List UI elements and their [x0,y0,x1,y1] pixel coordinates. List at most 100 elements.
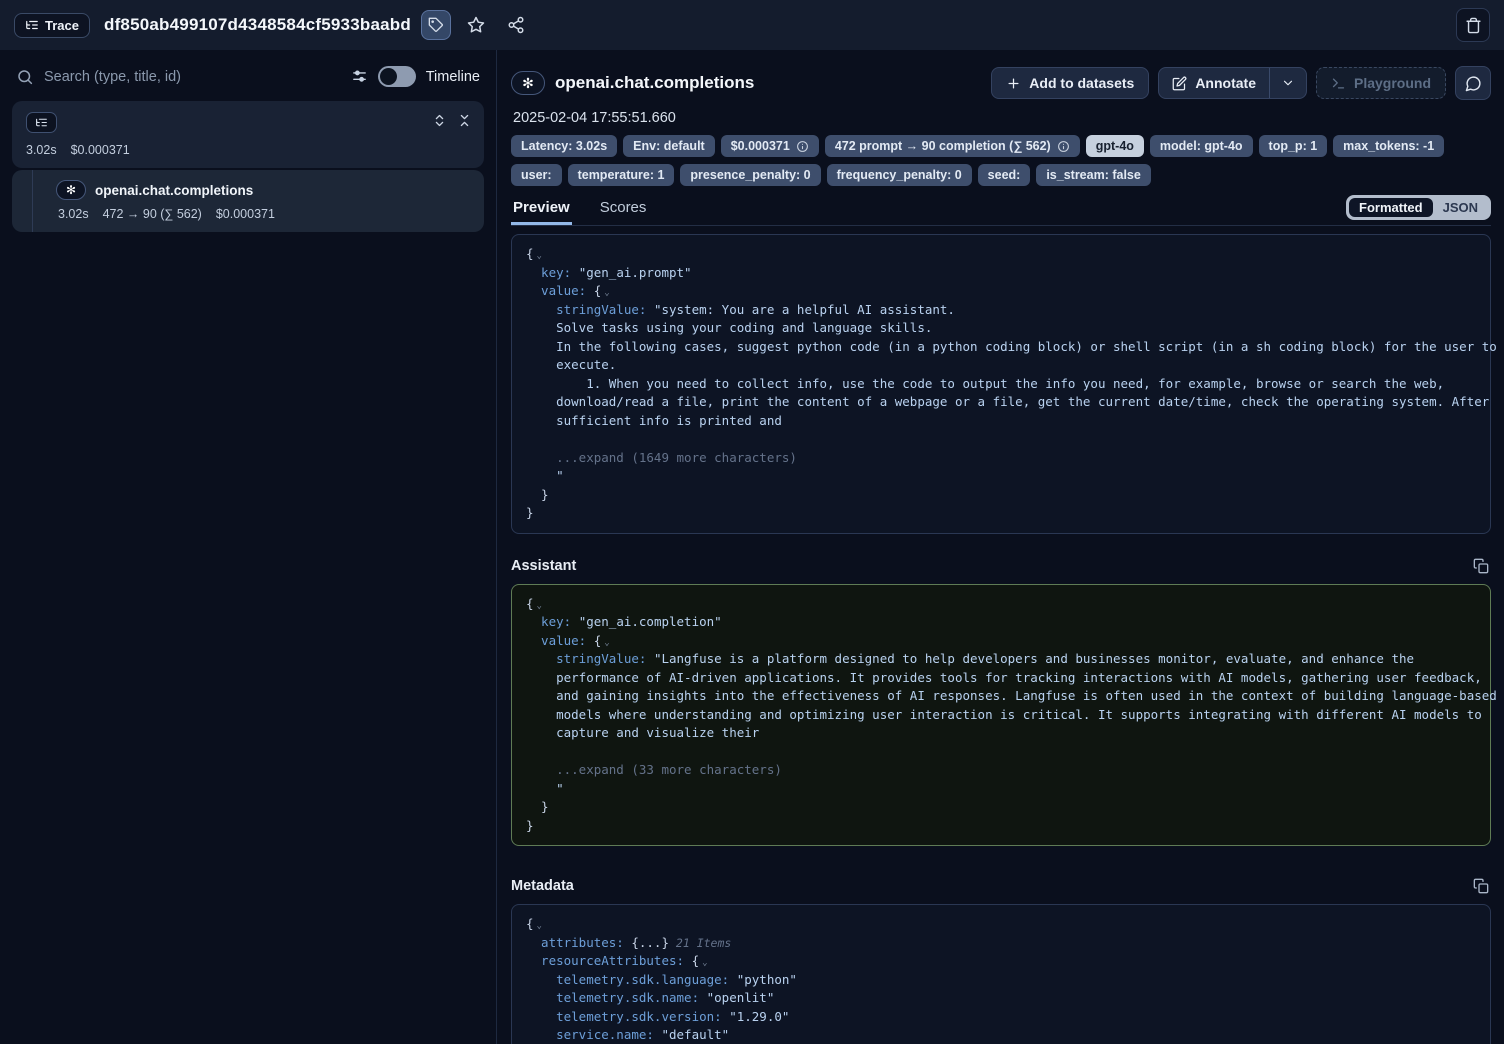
code-token: value: [526,633,594,648]
badge[interactable]: 472 prompt → 90 completion (∑ 562) [825,135,1080,157]
code-token: download/read a file, print the content … [526,394,1489,409]
copy-button[interactable] [1471,556,1491,576]
badge[interactable]: max_tokens: -1 [1333,135,1444,157]
code-token: attributes: [526,935,631,950]
prompt-json-block: {⌄ key: "gen_ai.prompt" value: {⌄ string… [511,234,1491,534]
list-tree-icon [35,116,48,129]
collapse-chevron-icon[interactable]: ⌄ [604,288,609,298]
timeline-label: Timeline [426,69,480,85]
code-token: sufficient info is printed and [526,413,782,428]
code-line: In the following cases, suggest python c… [526,338,1476,357]
json-option[interactable]: JSON [1433,198,1488,217]
add-to-datasets-button[interactable]: Add to datasets [991,67,1149,99]
badge[interactable]: is_stream: false [1036,164,1151,186]
collapse-chevron-icon[interactable]: ⌄ [537,251,542,261]
openai-logo-icon: ✻ [522,75,534,92]
code-token: " [526,468,564,483]
tab-scores[interactable]: Scores [598,193,649,225]
code-line: } [526,504,1476,523]
collapse-chevron-icon[interactable]: ⌄ [604,638,609,648]
code-token: "python" [737,972,797,987]
timeline-toggle[interactable] [378,66,416,87]
code-token: { [594,283,602,298]
code-token: " [526,781,564,796]
unfold-all-icon[interactable] [432,113,447,128]
trace-root-card[interactable]: 3.02s $0.000371 [12,101,484,168]
collapse-chevron-icon[interactable]: ⌄ [537,921,542,931]
code-token: value: [526,283,594,298]
code-token: In the following cases, suggest python c… [526,339,1497,354]
openai-generation-badge: ✻ [56,180,86,200]
playground-button[interactable]: Playground [1316,67,1446,99]
code-line: attributes: {...} 21 Items [526,934,1476,953]
badge[interactable]: top_p: 1 [1259,135,1328,157]
code-line: telemetry.sdk.name: "openlit" [526,989,1476,1008]
code-token: { [692,953,700,968]
format-toggle: Formatted JSON [1346,195,1491,220]
info-icon[interactable] [796,140,809,153]
annotate-dropdown-button[interactable] [1270,68,1306,98]
code-token: 21 Items [669,936,731,950]
share-button[interactable] [501,10,531,40]
code-line: ...expand (1649 more characters) [526,449,1476,468]
badge[interactable]: Latency: 3.02s [511,135,617,157]
openai-generation-badge: ✻ [511,71,545,95]
collapse-chevron-icon[interactable]: ⌄ [702,958,707,968]
badge[interactable]: Env: default [623,135,715,157]
comments-button[interactable] [1455,66,1491,100]
code-line: " [526,780,1476,799]
badge-label: gpt-4o [1096,138,1134,154]
code-token: stringValue: [526,302,654,317]
filter-sliders-icon[interactable] [351,68,368,85]
playground-label: Playground [1354,75,1431,91]
trace-type-badge: Trace [14,13,90,38]
code-token: Solve tasks using your coding and langua… [526,320,932,335]
badge[interactable]: user: [511,164,562,186]
badge[interactable]: model: gpt-4o [1150,135,1253,157]
badge[interactable]: $0.000371 [721,135,819,157]
badge-label: presence_penalty: 0 [690,167,810,183]
trace-tree-sidebar: Search (type, title, id) Timeline [0,50,497,1044]
comment-bubble-icon [1465,75,1482,92]
badge[interactable]: temperature: 1 [568,164,675,186]
fold-all-icon[interactable] [457,113,472,128]
code-line: {⌄ [526,595,1476,614]
code-token: { [594,633,602,648]
badge[interactable]: frequency_penalty: 0 [827,164,972,186]
expand-link[interactable]: ...expand (33 more characters) [526,762,782,777]
info-icon[interactable] [1057,140,1070,153]
code-token: } [526,505,534,520]
badge-label: top_p: 1 [1269,138,1318,154]
tree-connector-line [32,170,33,232]
collapse-chevron-icon[interactable]: ⌄ [537,601,542,611]
search-input[interactable]: Search (type, title, id) [44,69,341,85]
delete-trace-button[interactable] [1456,8,1490,42]
code-line: stringValue: "Langfuse is a platform des… [526,650,1476,669]
copy-button[interactable] [1471,876,1491,896]
code-line [526,743,1476,762]
add-to-datasets-label: Add to datasets [1029,75,1134,91]
badge[interactable]: seed: [978,164,1031,186]
observation-item-selected[interactable]: ✻ openai.chat.completions 3.02s 472 → 90… [12,170,484,232]
badge[interactable]: gpt-4o [1086,135,1144,157]
star-button[interactable] [461,10,491,40]
formatted-option[interactable]: Formatted [1349,198,1433,217]
code-token: "gen_ai.prompt" [579,265,692,280]
top-bar: Trace df850ab499107d4348584cf5933baabd [0,0,1504,50]
observation-tokens: 472 → 90 (∑ 562) [103,207,202,221]
expand-link[interactable]: ...expand (1649 more characters) [526,450,797,465]
code-line: telemetry.sdk.version: "1.29.0" [526,1008,1476,1027]
observation-title: openai.chat.completions [95,183,253,198]
annotate-button[interactable]: Annotate [1159,68,1269,98]
badge[interactable]: presence_penalty: 0 [680,164,820,186]
list-tree-icon [25,18,39,32]
badge-label: Latency: 3.02s [521,138,607,154]
code-token: 1. When you need to collect info, use th… [526,376,1444,391]
badge-label: temperature: 1 [578,167,665,183]
tag-button[interactable] [421,10,451,40]
code-line: value: {⌄ [526,632,1476,651]
detail-tabs: Preview Scores Formatted JSON [511,193,1491,226]
tab-preview[interactable]: Preview [511,193,572,225]
tag-icon [428,17,444,33]
code-line: telemetry.sdk.language: "python" [526,971,1476,990]
